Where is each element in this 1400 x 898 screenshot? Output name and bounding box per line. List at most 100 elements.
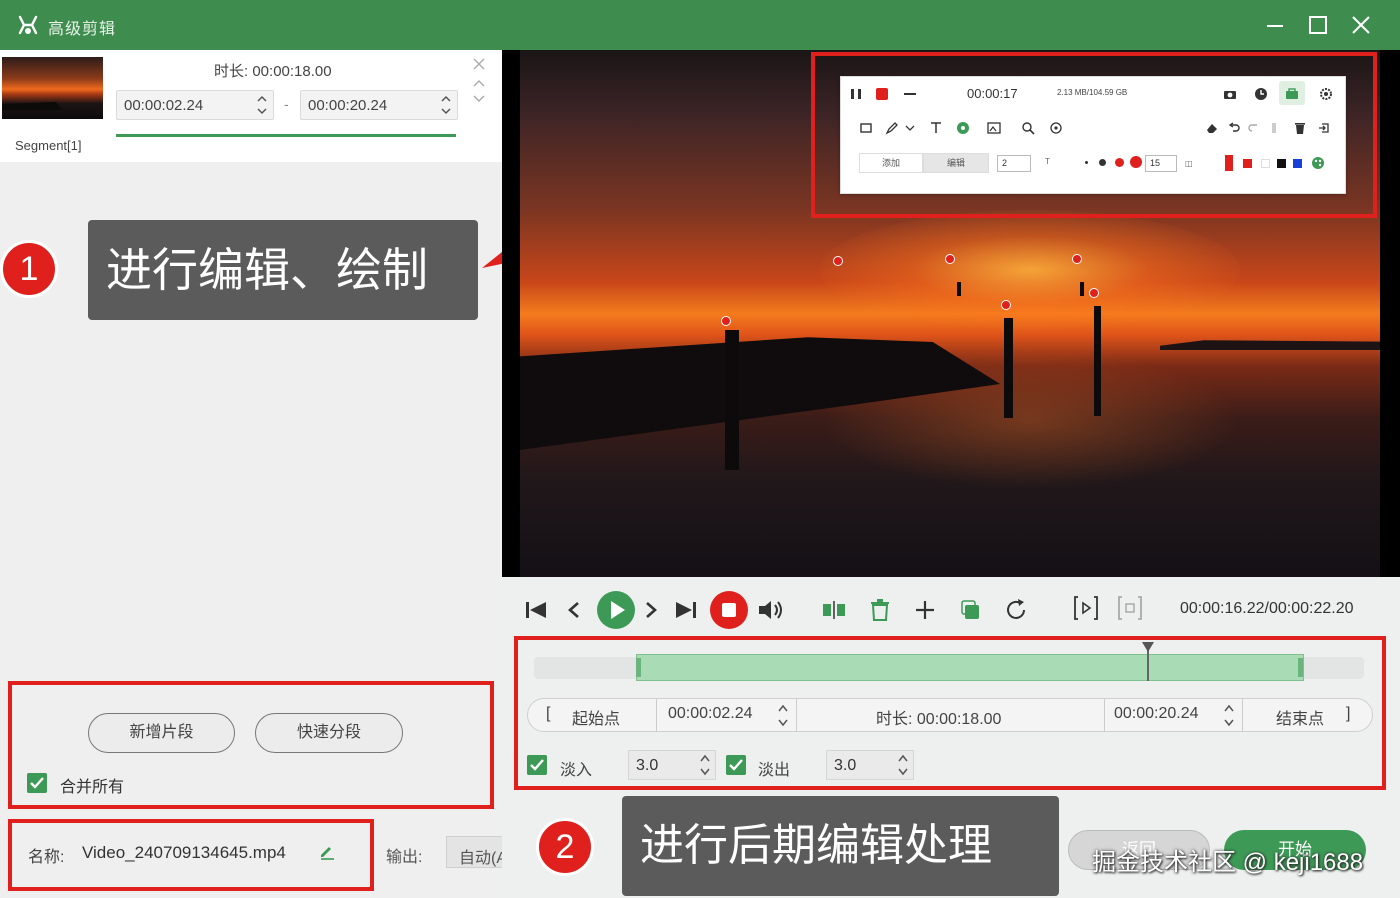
- timer-icon[interactable]: [1254, 87, 1268, 101]
- callout-badge-1: 1: [0, 240, 58, 298]
- settings-icon[interactable]: [1319, 87, 1333, 101]
- redo-icon[interactable]: [1247, 121, 1261, 135]
- volume-icon[interactable]: [756, 596, 784, 624]
- undo-icon[interactable]: [1227, 121, 1241, 135]
- marker-dot[interactable]: [833, 256, 843, 266]
- toolbox-icon[interactable]: [1285, 87, 1299, 101]
- color-palette-icon[interactable]: [1311, 156, 1325, 170]
- callout-text-2: 进行后期编辑处理: [622, 796, 1059, 896]
- skip-to-end-icon[interactable]: [672, 596, 700, 624]
- segment-separator: -: [284, 96, 289, 112]
- font-size-input[interactable]: 2: [997, 155, 1031, 172]
- pause-icon[interactable]: [849, 87, 863, 101]
- font-style-icon[interactable]: T: [1045, 157, 1063, 169]
- step-forward-icon[interactable]: [637, 596, 665, 624]
- skip-to-start-icon[interactable]: [522, 596, 550, 624]
- playhead-marker-icon[interactable]: [1142, 642, 1154, 652]
- pen-size-small-icon[interactable]: [1085, 161, 1088, 164]
- segment-move-down-icon[interactable]: [472, 94, 486, 104]
- marker-dot[interactable]: [945, 254, 955, 264]
- zoom-tool-icon[interactable]: [1021, 121, 1035, 135]
- fade-in-checkbox[interactable]: [527, 755, 547, 775]
- fade-out-stepper[interactable]: [896, 751, 910, 779]
- merge-all-checkbox[interactable]: [27, 773, 47, 793]
- edit-name-icon[interactable]: [318, 842, 336, 860]
- camera-icon[interactable]: [1223, 87, 1237, 101]
- segment-end-stepper[interactable]: [439, 91, 453, 119]
- segment-start-input[interactable]: 00:00:02.24: [116, 90, 274, 120]
- marker-dot[interactable]: [1089, 288, 1099, 298]
- marker-dot[interactable]: [721, 316, 731, 326]
- file-name-value: Video_240709134645.mp4: [82, 843, 286, 862]
- add-icon[interactable]: [911, 596, 939, 624]
- stop-record-icon[interactable]: [875, 87, 889, 101]
- pen-size-large-icon[interactable]: [1115, 158, 1124, 167]
- app-title: 高级剪辑: [48, 21, 117, 38]
- chevron-down-icon[interactable]: [903, 121, 917, 135]
- number-marker-icon[interactable]: [956, 121, 970, 135]
- selection-end-handle[interactable]: [1298, 658, 1303, 677]
- marker-dot[interactable]: [1072, 254, 1082, 264]
- fade-out-label: 淡出: [758, 762, 791, 779]
- minimize-icon[interactable]: [1262, 12, 1288, 38]
- range-end-value[interactable]: 00:00:20.24: [1114, 705, 1199, 723]
- split-icon[interactable]: [820, 596, 848, 624]
- end-point-button[interactable]: 结束点: [1276, 705, 1324, 729]
- set-end-marker-icon[interactable]: [1116, 594, 1144, 622]
- pen-size-input[interactable]: 15: [1145, 155, 1177, 172]
- color-swatch[interactable]: [1293, 159, 1302, 168]
- text-tool-icon[interactable]: [929, 121, 943, 135]
- color-swatch[interactable]: [1225, 155, 1233, 171]
- tab-edit[interactable]: 编辑: [923, 153, 989, 173]
- segment-end-input[interactable]: 00:00:20.24: [300, 90, 458, 120]
- callout-text-1: 进行编辑、绘制: [88, 220, 478, 320]
- opacity-icon[interactable]: ◫: [1185, 159, 1203, 169]
- range-start-stepper[interactable]: [776, 700, 790, 730]
- color-swatch[interactable]: [1277, 159, 1286, 168]
- app-logo-icon: [18, 15, 38, 35]
- step-back-icon[interactable]: [560, 596, 588, 624]
- delete-icon[interactable]: [1293, 121, 1307, 135]
- post-4: [957, 282, 961, 296]
- start-bracket: [: [546, 705, 551, 722]
- set-start-marker-icon[interactable]: [1072, 594, 1100, 622]
- drawing-toolbar: 00:00:17 2.13 MB/104.59 GB 添加 编辑 2 T 15 …: [840, 76, 1346, 194]
- end-bracket: ]: [1346, 705, 1351, 722]
- eraser-icon[interactable]: [1205, 121, 1219, 135]
- play-button[interactable]: [596, 590, 636, 630]
- close-icon[interactable]: [1348, 12, 1374, 38]
- rectangle-tool-icon[interactable]: [859, 121, 873, 135]
- quick-split-button[interactable]: 快速分段: [255, 713, 403, 753]
- image-tool-icon[interactable]: [987, 121, 1001, 135]
- stop-button[interactable]: [709, 590, 749, 630]
- fade-out-checkbox[interactable]: [726, 755, 746, 775]
- segment-start-stepper[interactable]: [255, 91, 269, 119]
- timeline-selection[interactable]: [636, 654, 1304, 681]
- pen-size-medium-icon[interactable]: [1099, 159, 1106, 166]
- spotlight-tool-icon[interactable]: [1049, 121, 1063, 135]
- trash-icon[interactable]: [866, 596, 894, 624]
- copy-icon[interactable]: [957, 596, 985, 624]
- add-segment-button[interactable]: 新增片段: [88, 713, 235, 753]
- range-start-value[interactable]: 00:00:02.24: [668, 705, 753, 723]
- color-swatch[interactable]: [1243, 159, 1252, 168]
- exit-draw-icon[interactable]: [1317, 121, 1331, 135]
- marker-dot[interactable]: [1001, 300, 1011, 310]
- fade-out-value: 3.0: [834, 757, 857, 774]
- color-swatch[interactable]: [1261, 159, 1270, 168]
- segment-delete-icon[interactable]: [472, 57, 486, 71]
- minimize-toolbar-icon[interactable]: [903, 87, 917, 101]
- tab-add[interactable]: 添加: [859, 153, 923, 173]
- fade-in-stepper[interactable]: [698, 751, 712, 779]
- start-point-button[interactable]: 起始点: [572, 705, 620, 729]
- maximize-icon[interactable]: [1305, 12, 1331, 38]
- clear-icon[interactable]: [1267, 121, 1281, 135]
- segment-move-up-icon[interactable]: [472, 78, 486, 88]
- pen-tool-icon[interactable]: [885, 121, 899, 135]
- range-divider: [796, 699, 797, 731]
- playback-timecode: 00:00:16.22/00:00:22.20: [1180, 600, 1354, 617]
- reset-icon[interactable]: [1002, 596, 1030, 624]
- selection-start-handle[interactable]: [636, 658, 641, 677]
- pen-size-xlarge-icon[interactable]: [1130, 156, 1142, 168]
- range-end-stepper[interactable]: [1222, 700, 1236, 730]
